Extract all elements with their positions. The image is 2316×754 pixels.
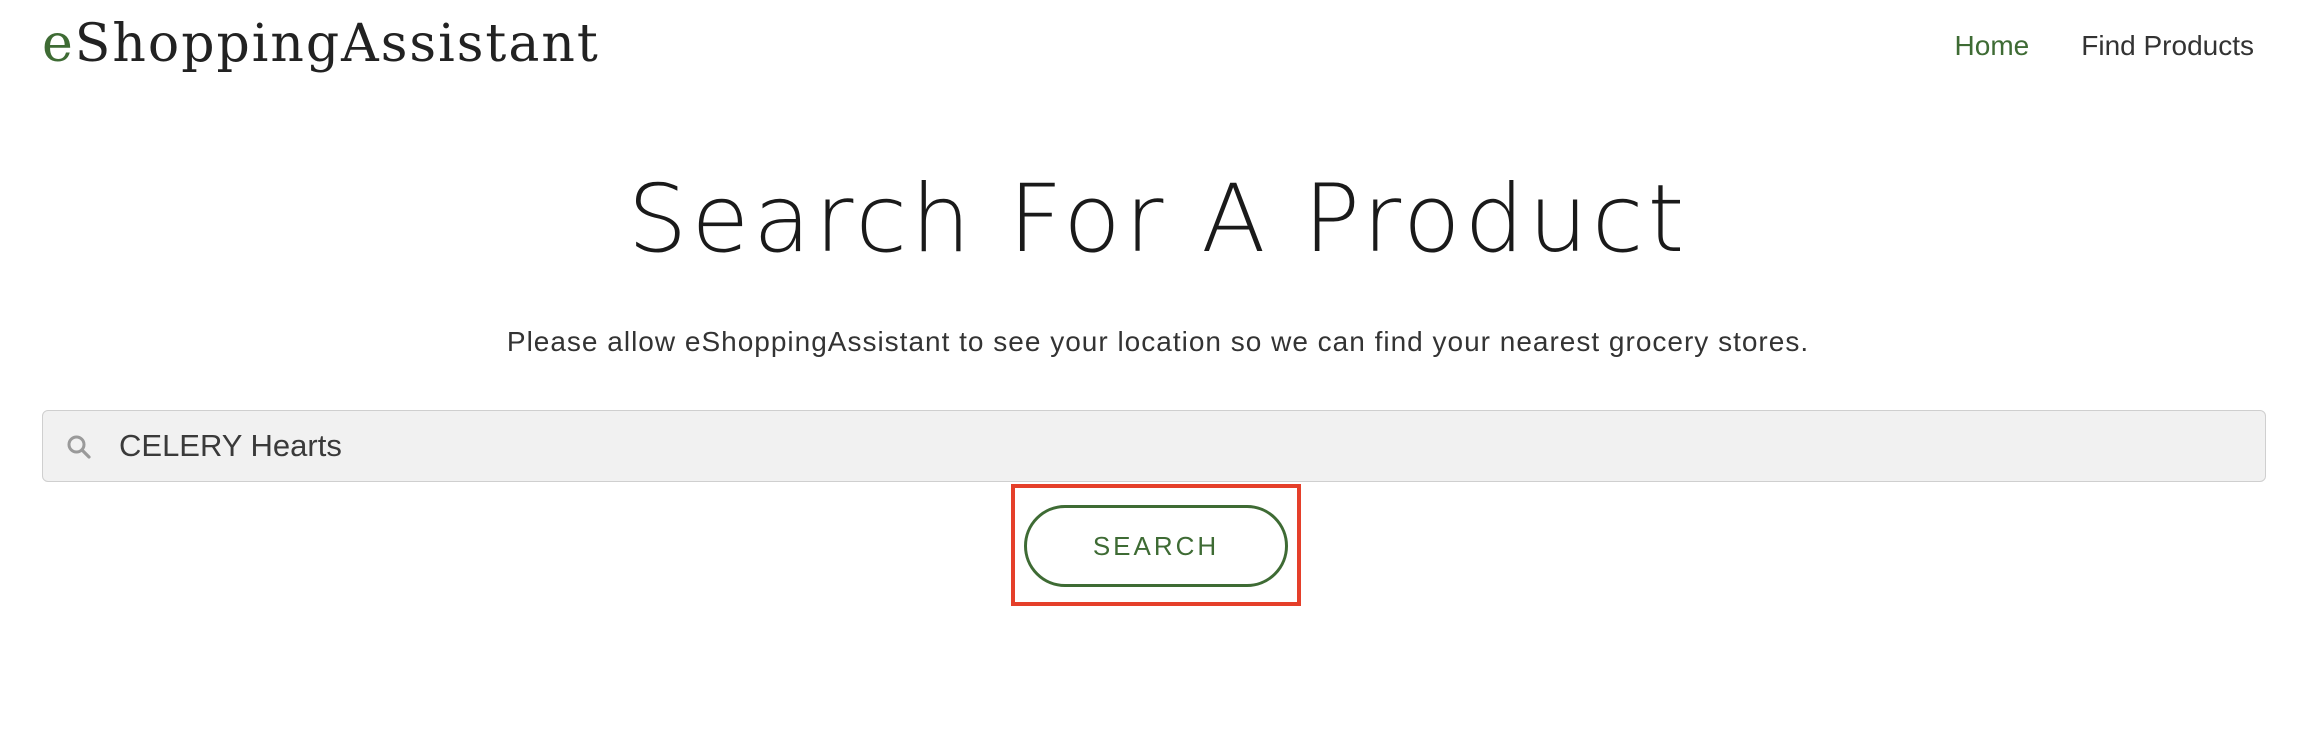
logo-accent-letter: e <box>42 14 75 74</box>
site-header: eShoppingAssistant Home Find Products <box>0 0 2316 90</box>
site-logo[interactable]: eShoppingAssistant <box>42 10 600 78</box>
search-icon <box>65 433 93 461</box>
logo-text: ShoppingAssistant <box>74 14 600 74</box>
nav-find-products-link[interactable]: Find Products <box>2081 26 2254 66</box>
main-nav: Home Find Products <box>1955 26 2254 66</box>
search-input[interactable] <box>119 411 2239 481</box>
nav-home-link[interactable]: Home <box>1955 26 2030 66</box>
search-button[interactable]: SEARCH <box>1024 505 1288 587</box>
location-notice: Please allow eShoppingAssistant to see y… <box>506 326 1810 357</box>
search-field[interactable] <box>42 410 2266 482</box>
page-title: Search For A Product <box>627 165 1689 274</box>
